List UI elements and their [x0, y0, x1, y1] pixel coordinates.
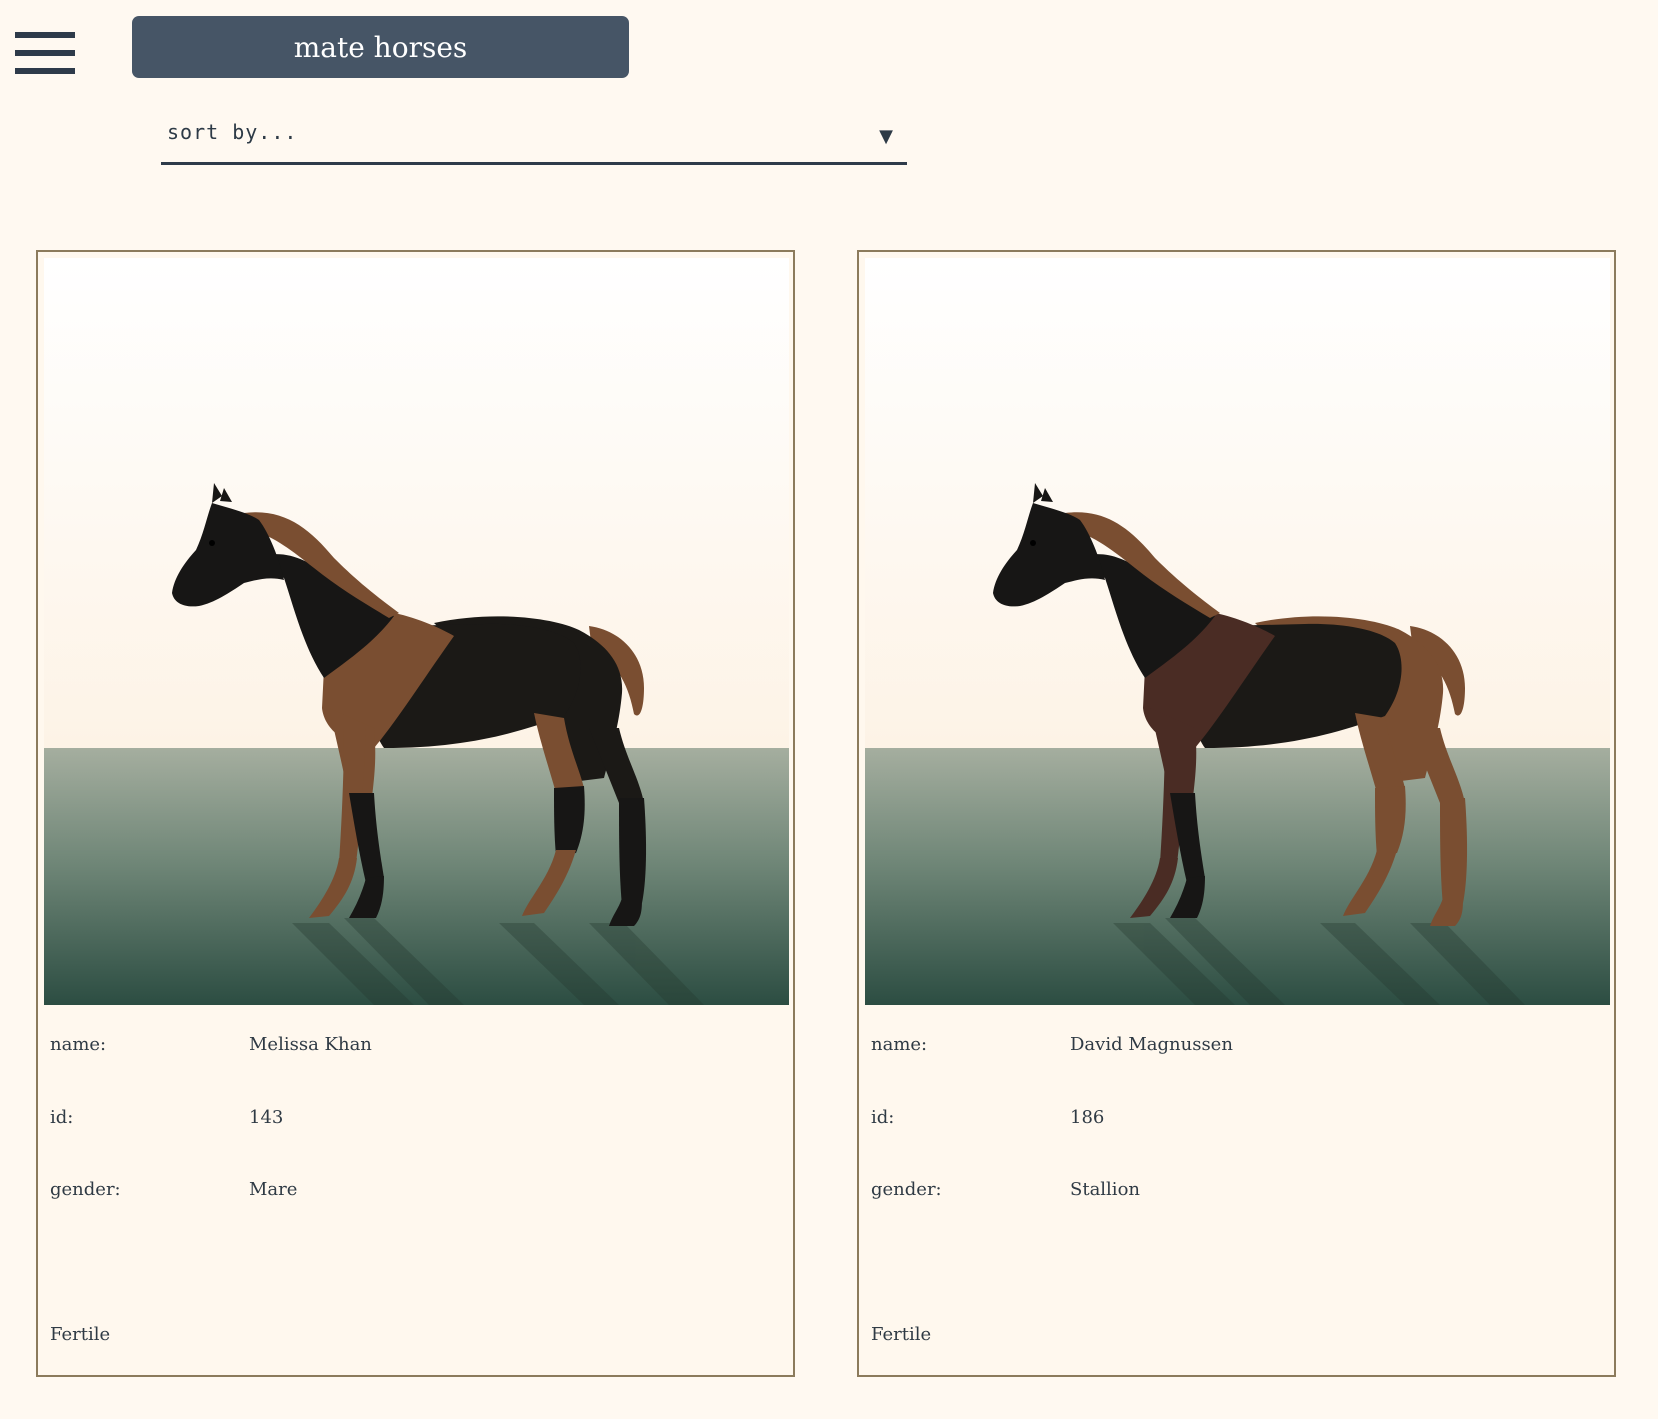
- fertility-status: Fertile: [871, 1324, 932, 1345]
- horse-image: [865, 258, 1610, 1005]
- gender-label: gender:: [50, 1179, 121, 1200]
- mate-horses-button[interactable]: mate horses: [132, 16, 629, 78]
- id-value: 143: [249, 1107, 284, 1128]
- gender-label: gender:: [871, 1179, 942, 1200]
- id-label: id:: [50, 1107, 74, 1128]
- name-label: name:: [871, 1034, 928, 1055]
- id-value: 186: [1070, 1107, 1105, 1128]
- horse-card[interactable]: name: Melissa Khan id: 143 gender: Mare …: [36, 250, 795, 1377]
- horse-image: [44, 258, 789, 1005]
- name-label: name:: [50, 1034, 107, 1055]
- name-value: David Magnussen: [1070, 1034, 1233, 1055]
- menu-line: [15, 32, 75, 38]
- name-value: Melissa Khan: [249, 1034, 372, 1055]
- menu-line: [15, 50, 75, 56]
- gender-value: Mare: [249, 1179, 298, 1200]
- id-label: id:: [871, 1107, 895, 1128]
- fertility-status: Fertile: [50, 1324, 111, 1345]
- menu-line: [15, 68, 75, 74]
- hamburger-menu-icon[interactable]: [15, 32, 75, 74]
- horse-card[interactable]: name: David Magnussen id: 186 gender: St…: [857, 250, 1616, 1377]
- sort-select[interactable]: sort by... ▼: [161, 110, 907, 165]
- sort-placeholder: sort by...: [167, 120, 298, 144]
- gender-value: Stallion: [1070, 1179, 1140, 1200]
- chevron-down-icon: ▼: [879, 126, 893, 147]
